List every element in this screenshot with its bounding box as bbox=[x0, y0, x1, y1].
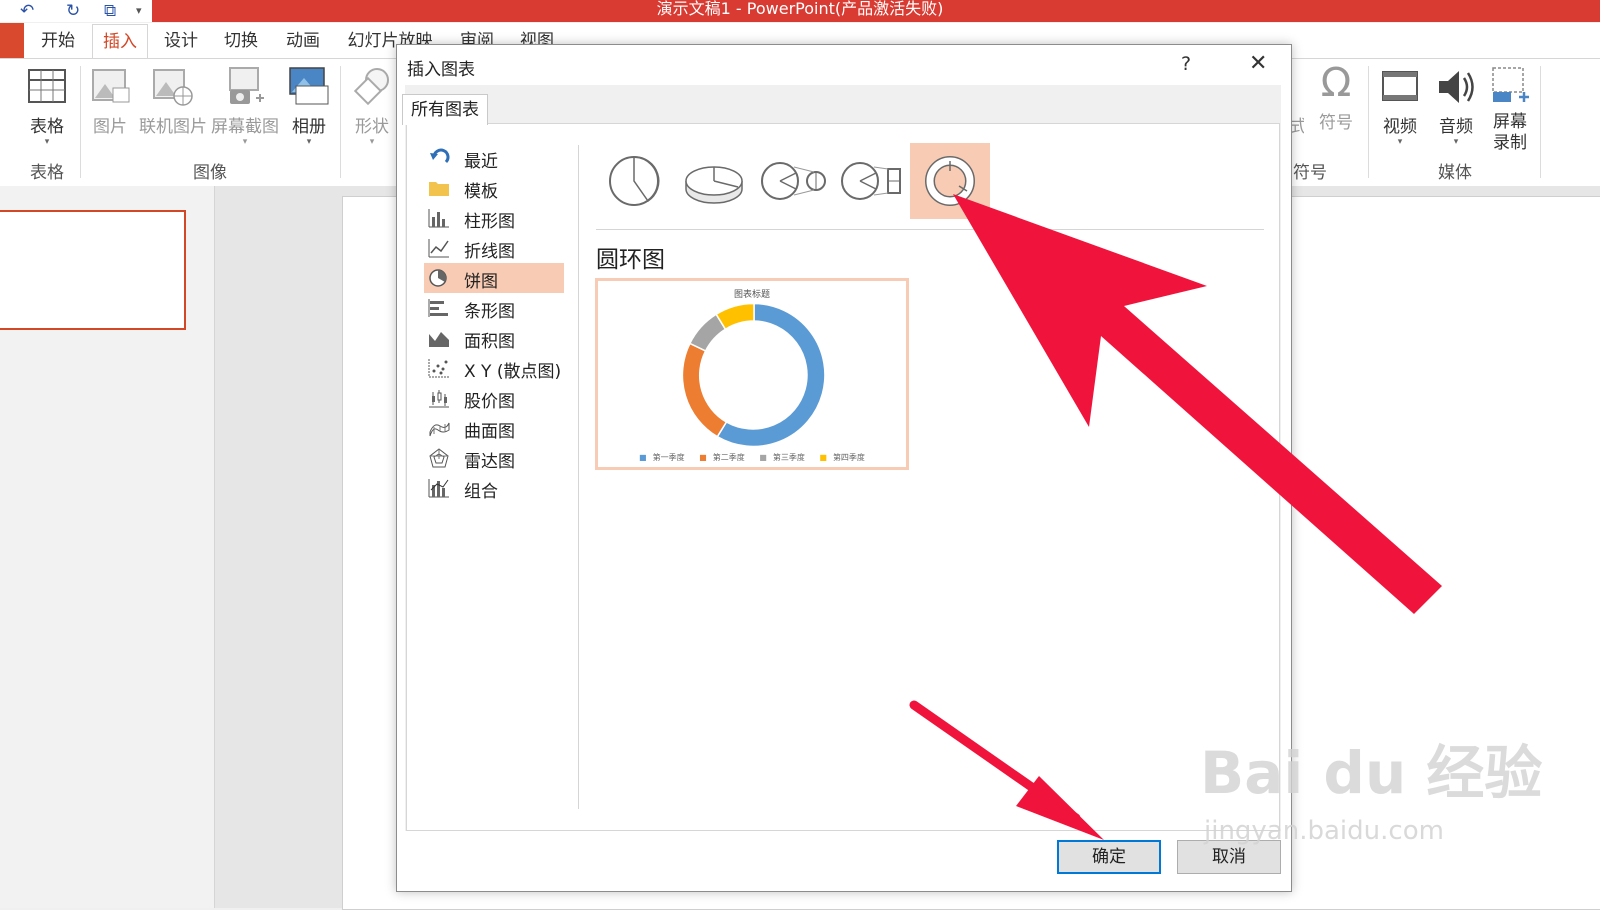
annotation-arrow-large bbox=[953, 194, 1442, 614]
annotation-overlay bbox=[909, 194, 1442, 840]
